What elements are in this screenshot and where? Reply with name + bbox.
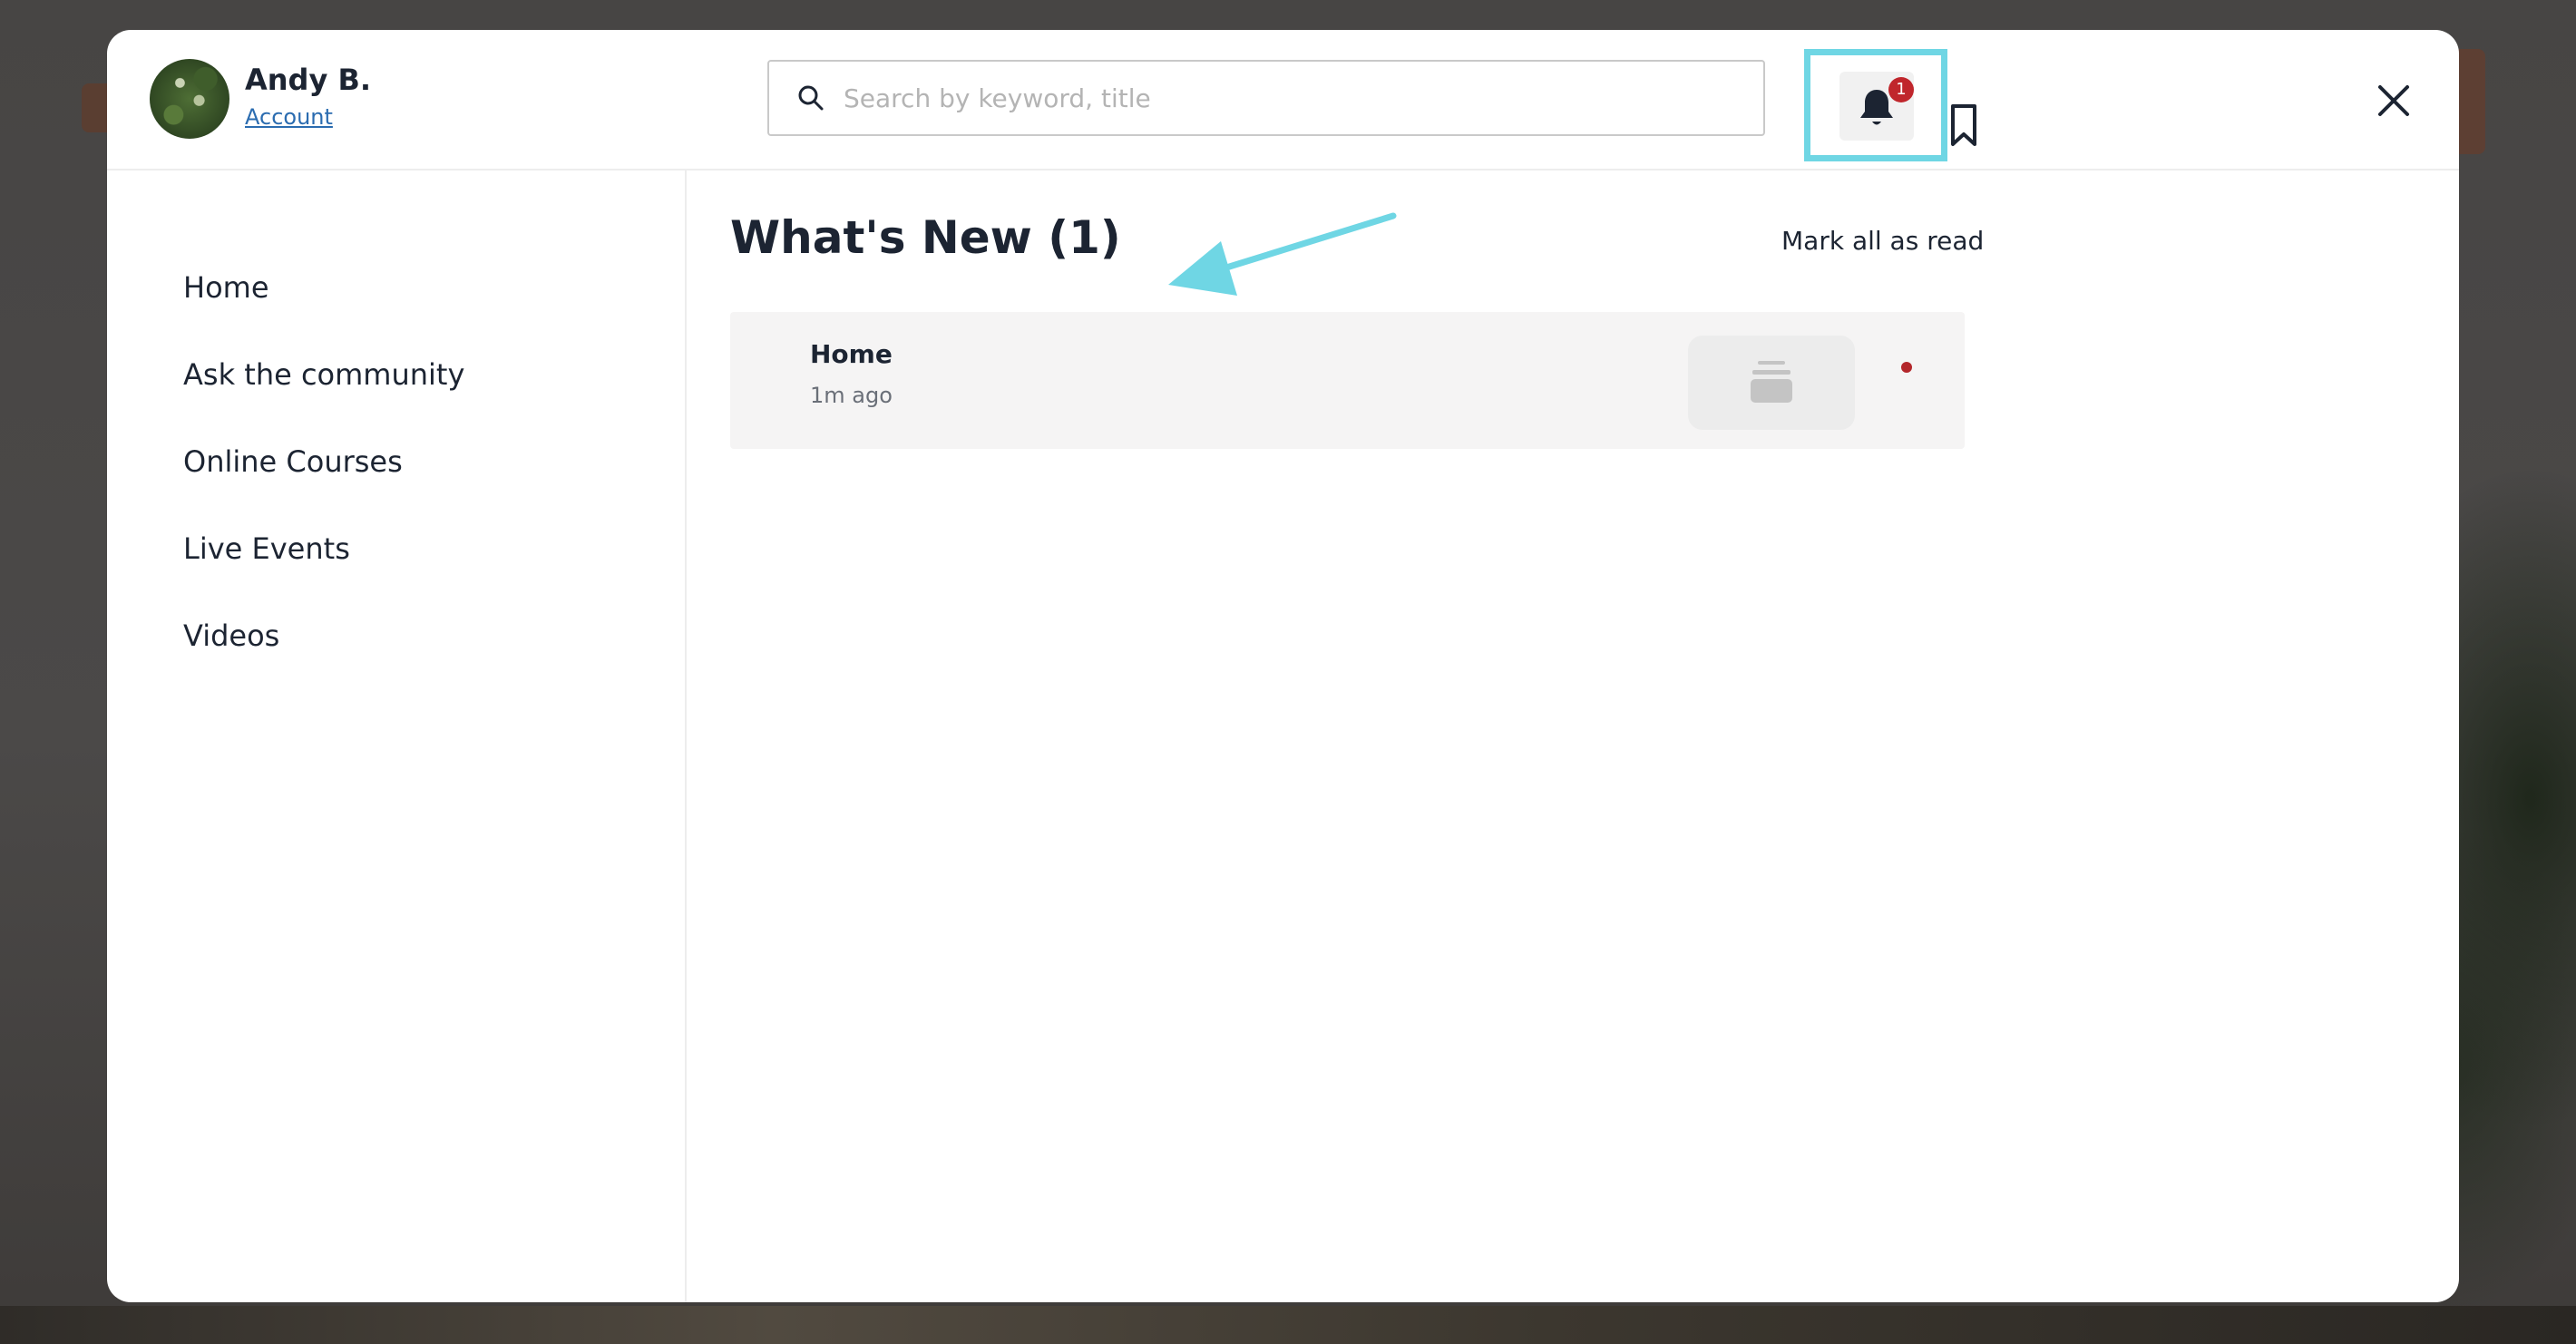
notification-item[interactable]: Home 1m ago	[730, 312, 1965, 449]
search-box[interactable]	[767, 60, 1765, 136]
sidebar-item-home[interactable]: Home	[183, 270, 269, 305]
sidebar: Home Ask the community Online Courses Li…	[107, 170, 687, 1302]
bookmark-icon[interactable]	[1946, 102, 1982, 148]
menu-modal: Andy B. Account 1 Home Ask the com	[107, 30, 2459, 1302]
close-icon[interactable]	[2373, 80, 2415, 122]
user-name: Andy B.	[245, 63, 371, 97]
notification-time: 1m ago	[810, 383, 893, 408]
modal-header: Andy B. Account 1	[107, 30, 2459, 170]
sidebar-item-online-courses[interactable]: Online Courses	[183, 444, 403, 479]
avatar[interactable]	[150, 59, 229, 139]
notification-badge: 1	[1888, 77, 1914, 102]
backdrop-strip	[0, 1306, 2576, 1344]
account-link[interactable]: Account	[245, 104, 333, 130]
arrow-annotation	[1168, 212, 1397, 296]
page-title: What's New (1)	[730, 211, 1121, 264]
unread-indicator	[1901, 362, 1912, 373]
search-input[interactable]	[842, 82, 1734, 114]
notifications-button[interactable]: 1	[1839, 72, 1914, 141]
sidebar-item-live-events[interactable]: Live Events	[183, 531, 350, 566]
notification-thumbnail	[1688, 336, 1855, 430]
sidebar-item-videos[interactable]: Videos	[183, 618, 279, 653]
mark-all-read-button[interactable]: Mark all as read	[1781, 226, 1984, 256]
sidebar-item-ask-the-community[interactable]: Ask the community	[183, 357, 464, 392]
notification-title: Home	[810, 339, 893, 369]
stack-icon	[1751, 361, 1792, 403]
search-icon	[798, 85, 824, 111]
